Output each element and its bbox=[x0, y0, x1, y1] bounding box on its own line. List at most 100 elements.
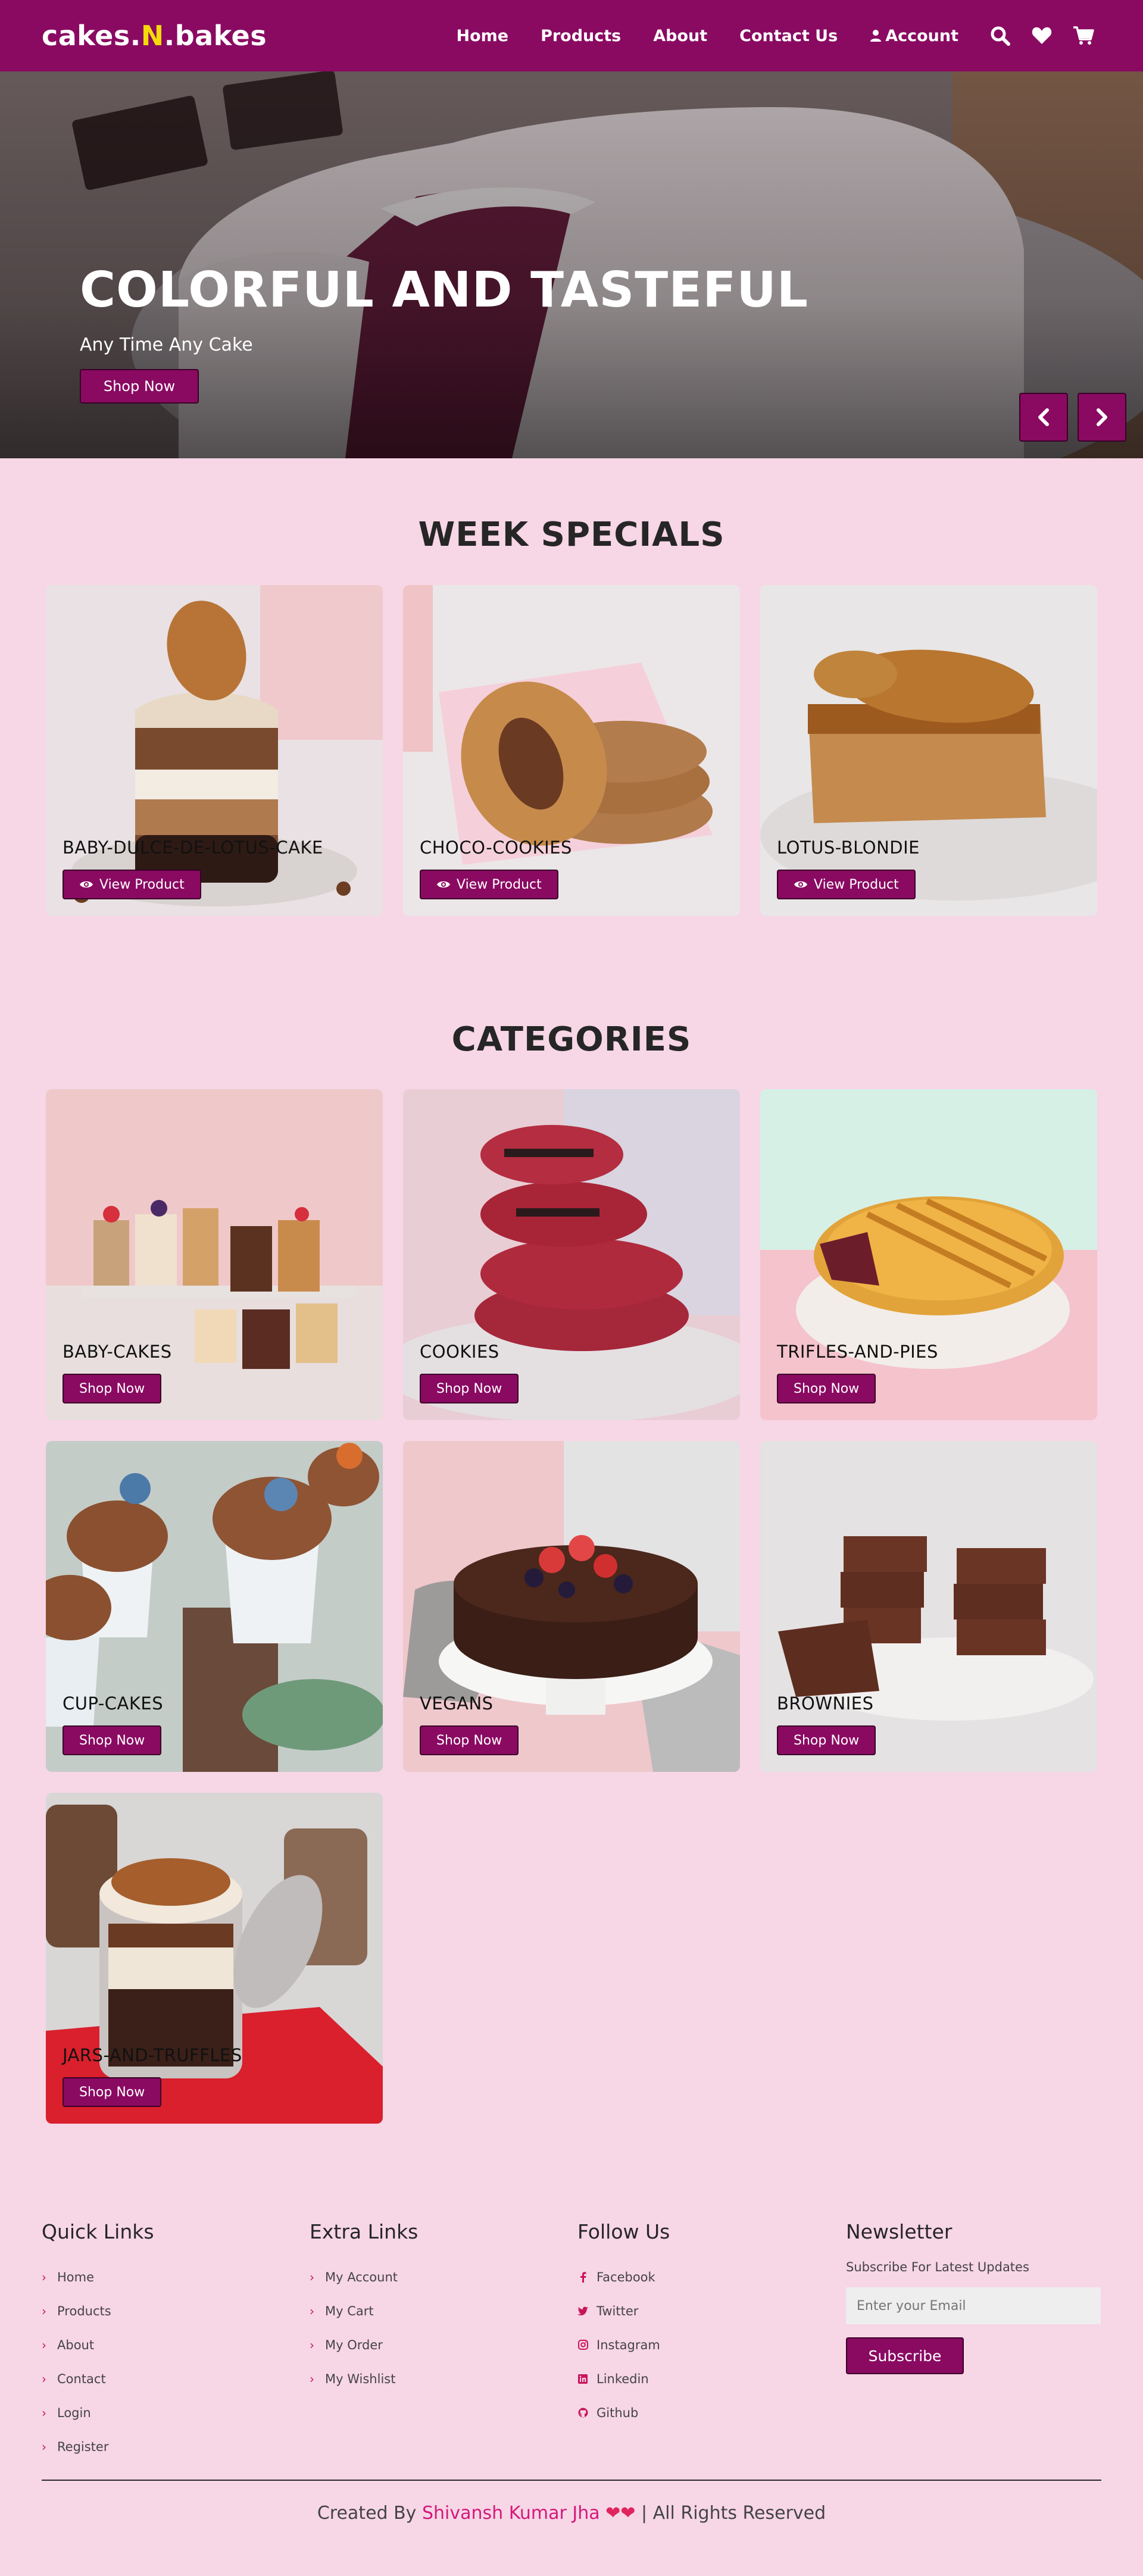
footer-link-about[interactable]: › About bbox=[42, 2328, 154, 2362]
view-product-button[interactable]: View Product bbox=[63, 870, 201, 899]
category-card[interactable]: BROWNIES Shop Now bbox=[760, 1441, 1097, 1772]
nav-link-account[interactable]: Account bbox=[870, 27, 958, 45]
footer-link-home[interactable]: › Home bbox=[42, 2260, 154, 2294]
baby-cakes-image bbox=[46, 1089, 383, 1420]
cup-cakes-image bbox=[46, 1441, 383, 1772]
navbar: cakes.N.bakes Home Products About Contac… bbox=[0, 0, 1143, 71]
heart-emoji: ❤❤ bbox=[605, 2503, 636, 2524]
product-title: BABY-DULCE-DE-LOTUS-CAKE bbox=[63, 837, 323, 858]
shop-now-button[interactable]: Shop Now bbox=[63, 1725, 162, 1755]
facebook-icon bbox=[577, 2271, 588, 2283]
view-product-button[interactable]: View Product bbox=[420, 870, 558, 899]
shop-now-button[interactable]: Shop Now bbox=[63, 2077, 162, 2107]
heart-icon[interactable] bbox=[1030, 24, 1054, 48]
chevron-right-icon: › bbox=[42, 2337, 46, 2352]
nav-link-contact[interactable]: Contact Us bbox=[739, 27, 838, 45]
shop-now-button[interactable]: Shop Now bbox=[777, 1725, 876, 1755]
user-icon bbox=[870, 29, 882, 42]
category-card[interactable]: BABY-CAKES Shop Now bbox=[46, 1089, 383, 1420]
product-title: LOTUS-BLONDIE bbox=[777, 837, 920, 858]
nav-link-about[interactable]: About bbox=[653, 27, 707, 45]
product-card[interactable]: LOTUS-BLONDIE View Product bbox=[760, 585, 1097, 916]
eye-icon bbox=[794, 881, 807, 888]
chevron-right-icon: › bbox=[42, 2303, 46, 2318]
category-title: BABY-CAKES bbox=[63, 1342, 172, 1362]
footer-link-my-cart[interactable]: › My Cart bbox=[310, 2294, 418, 2328]
brownies-image bbox=[760, 1441, 1097, 1772]
category-card[interactable]: VEGANS Shop Now bbox=[403, 1441, 740, 1772]
trifles-and-pies-image bbox=[760, 1089, 1097, 1420]
copyright-text: Created By Shivansh Kumar Jha ❤❤ | All R… bbox=[317, 2503, 826, 2524]
hero-shop-now-button[interactable]: Shop Now bbox=[80, 369, 199, 404]
vegans-image bbox=[403, 1441, 740, 1772]
chevron-right-icon: › bbox=[42, 2371, 46, 2386]
shop-now-button[interactable]: Shop Now bbox=[420, 1374, 519, 1403]
lotus-blondie-image bbox=[760, 585, 1097, 916]
footer-link-products[interactable]: › Products bbox=[42, 2294, 154, 2328]
footer-link-twitter[interactable]: Twitter bbox=[577, 2294, 670, 2328]
footer-newsletter: Newsletter Subscribe For Latest Updates … bbox=[846, 2220, 1101, 2374]
shop-now-button[interactable]: Shop Now bbox=[777, 1374, 876, 1403]
product-card[interactable]: BABY-DULCE-DE-LOTUS-CAKE View Product bbox=[46, 585, 383, 916]
chevron-right-icon: › bbox=[42, 2405, 46, 2420]
shop-now-button[interactable]: Shop Now bbox=[420, 1725, 519, 1755]
slider-next-button[interactable] bbox=[1078, 393, 1126, 442]
category-card[interactable]: CUP-CAKES Shop Now bbox=[46, 1441, 383, 1772]
category-title: VEGANS bbox=[420, 1693, 494, 1714]
category-card[interactable]: JARS-AND-TRUFFLES Shop Now bbox=[46, 1793, 383, 2124]
footer-heading: Extra Links bbox=[310, 2220, 419, 2243]
footer-quick-links: Quick Links › Home › Products › About › Cont… bbox=[42, 2220, 154, 2464]
author-link[interactable]: Shivansh Kumar Jha bbox=[422, 2503, 600, 2524]
nav-link-products[interactable]: Products bbox=[541, 27, 621, 45]
categories-title: CATEGORIES bbox=[451, 1020, 692, 1059]
footer-link-my-account[interactable]: › My Account bbox=[310, 2260, 418, 2294]
hero-banner: COLORFUL AND TASTEFUL Any Time Any Cake … bbox=[0, 71, 1143, 458]
instagram-icon bbox=[577, 2340, 588, 2350]
cookies-image bbox=[403, 1089, 740, 1420]
category-title: BROWNIES bbox=[777, 1693, 874, 1714]
category-title: CUP-CAKES bbox=[63, 1693, 164, 1714]
footer-extra-links: Extra Links › My Account › My Cart › My Ord… bbox=[310, 2220, 418, 2396]
product-card[interactable]: CHOCO-COOKIES View Product bbox=[403, 585, 740, 916]
shop-now-button[interactable]: Shop Now bbox=[63, 1374, 162, 1403]
search-icon[interactable] bbox=[988, 24, 1012, 48]
footer-link-register[interactable]: › Register bbox=[42, 2430, 154, 2464]
chevron-right-icon bbox=[1097, 408, 1107, 426]
eye-icon bbox=[80, 881, 93, 888]
newsletter-text: Subscribe For Latest Updates bbox=[846, 2260, 1029, 2274]
brand-logo[interactable]: cakes.N.bakes bbox=[42, 20, 267, 52]
category-title: JARS-AND-TRUFFLES bbox=[63, 2045, 242, 2065]
hero-subtitle: Any Time Any Cake bbox=[80, 334, 253, 355]
chevron-right-icon: › bbox=[42, 2439, 46, 2454]
view-product-button[interactable]: View Product bbox=[777, 870, 916, 899]
footer-heading: Quick Links bbox=[42, 2220, 154, 2243]
footer-link-login[interactable]: › Login bbox=[42, 2396, 154, 2430]
week-specials-title: WEEK SPECIALS bbox=[418, 515, 725, 554]
footer-link-github[interactable]: Github bbox=[577, 2396, 670, 2430]
chevron-right-icon: › bbox=[310, 2303, 314, 2318]
category-card[interactable]: COOKIES Shop Now bbox=[403, 1089, 740, 1420]
category-card[interactable]: TRIFLES-AND-PIES Shop Now bbox=[760, 1089, 1097, 1420]
footer-link-my-order[interactable]: › My Order bbox=[310, 2328, 418, 2362]
footer-link-my-wishlist[interactable]: › My Wishlist bbox=[310, 2362, 418, 2396]
footer-heading: Newsletter bbox=[846, 2220, 952, 2243]
chevron-right-icon: › bbox=[42, 2269, 46, 2284]
chevron-right-icon: › bbox=[310, 2371, 314, 2386]
footer-link-linkedin[interactable]: Linkedin bbox=[577, 2362, 670, 2396]
github-icon bbox=[577, 2408, 588, 2418]
nav-link-home[interactable]: Home bbox=[456, 27, 508, 45]
newsletter-email-input[interactable] bbox=[846, 2287, 1101, 2324]
nav-links: Home Products About Contact Us Account bbox=[456, 0, 1095, 71]
cart-icon[interactable] bbox=[1072, 24, 1095, 48]
chevron-right-icon: › bbox=[310, 2337, 314, 2352]
footer-link-instagram[interactable]: Instagram bbox=[577, 2328, 670, 2362]
slider-prev-button[interactable] bbox=[1019, 393, 1068, 442]
choco-cookies-image bbox=[403, 585, 740, 916]
eye-icon bbox=[437, 881, 450, 888]
footer-link-facebook[interactable]: Facebook bbox=[577, 2260, 670, 2294]
chevron-left-icon bbox=[1038, 408, 1049, 426]
footer-link-contact[interactable]: › Contact bbox=[42, 2362, 154, 2396]
category-title: COOKIES bbox=[420, 1342, 499, 1362]
subscribe-button[interactable]: Subscribe bbox=[846, 2337, 964, 2374]
account-label: Account bbox=[885, 26, 958, 45]
